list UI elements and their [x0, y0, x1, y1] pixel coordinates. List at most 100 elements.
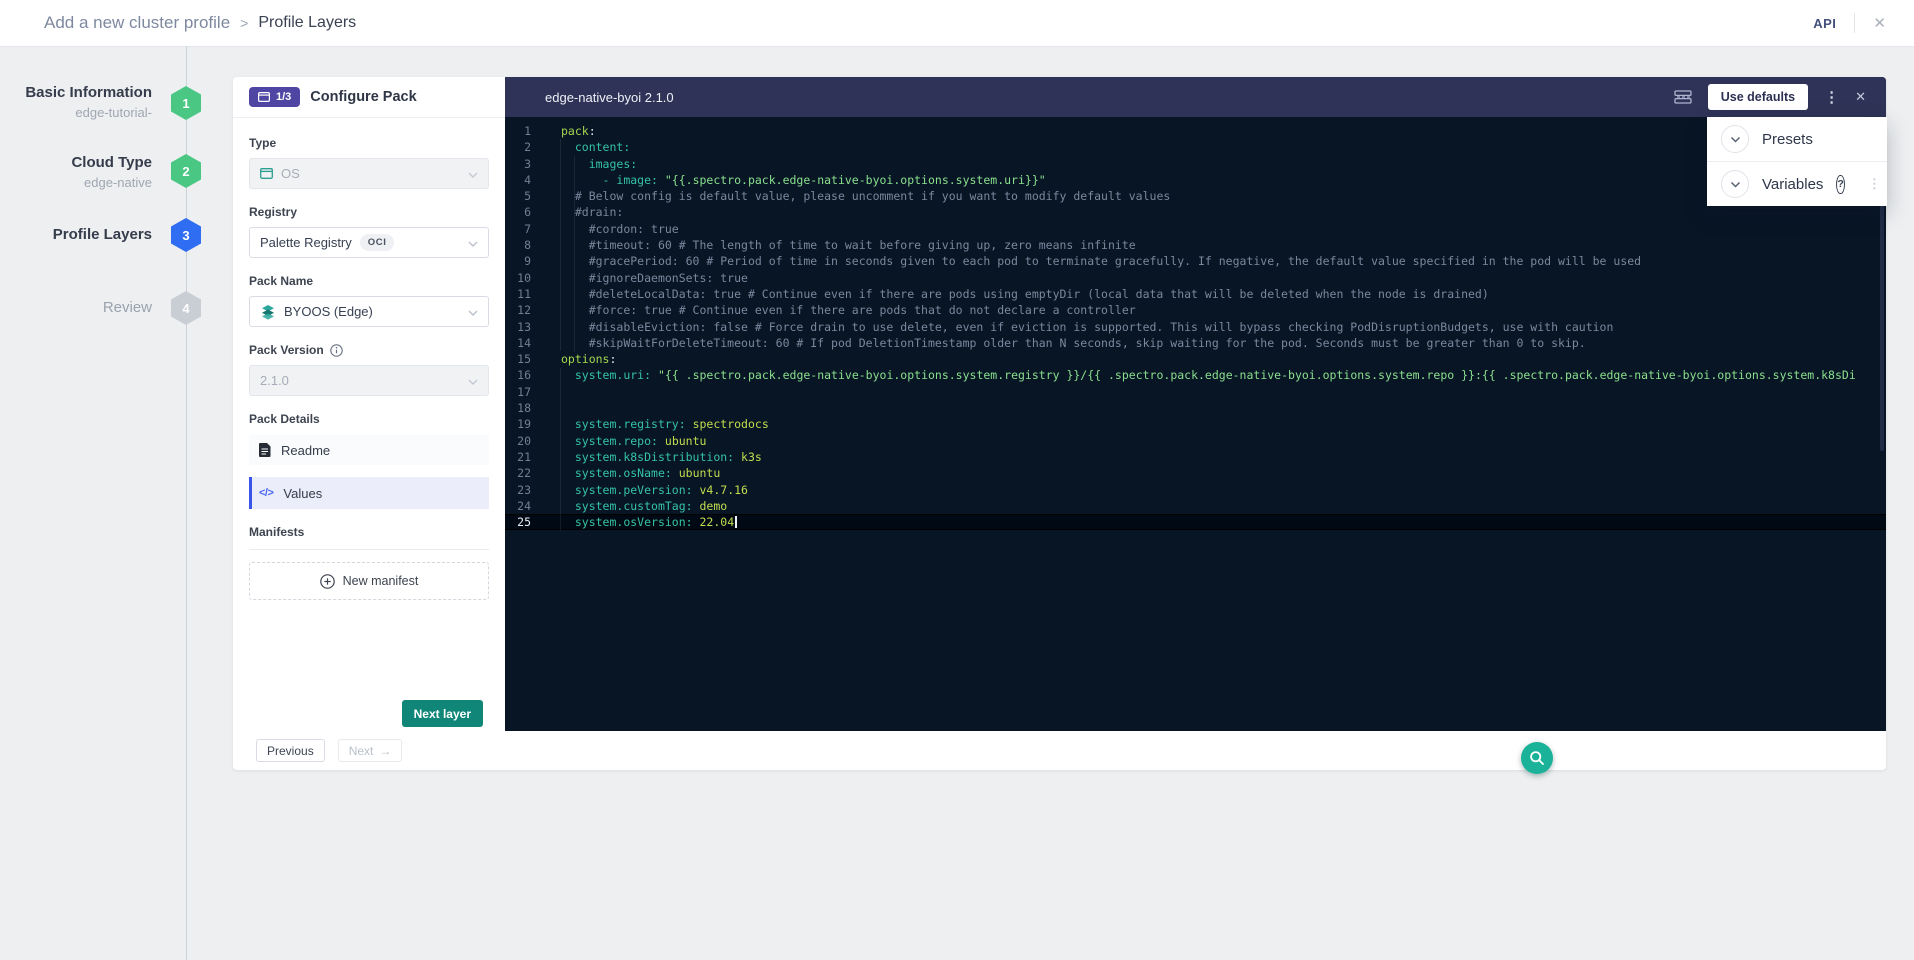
use-defaults-button[interactable]: Use defaults: [1708, 84, 1808, 110]
chevron-down-icon[interactable]: [1721, 125, 1749, 153]
configure-pack-panel: 1/3 Configure Pack Type OS Registry Pale…: [233, 77, 505, 770]
code-line[interactable]: 25 system.osVersion: 22.04: [505, 514, 1886, 530]
code-line[interactable]: 17: [505, 384, 1886, 400]
code-line-text: pack:: [561, 123, 596, 139]
step-label: Cloud Type: [71, 153, 152, 173]
code-line-text: #gracePeriod: 60 # Period of time in sec…: [561, 253, 1641, 269]
line-number: 14: [505, 335, 531, 351]
code-line[interactable]: 11 #deleteLocalData: true # Continue eve…: [505, 286, 1886, 302]
code-line[interactable]: 10 #ignoreDaemonSets: true: [505, 270, 1886, 286]
step-1-hexagon[interactable]: 1: [171, 86, 201, 120]
code-area[interactable]: 1 pack:2 content:3 images:4 - image: "{{.…: [505, 117, 1886, 731]
code-line-text: #drain:: [561, 204, 623, 220]
presets-section[interactable]: Presets: [1707, 117, 1887, 161]
code-line-text: #deleteLocalData: true # Continue even i…: [561, 286, 1489, 302]
close-wizard-icon[interactable]: ✕: [1873, 14, 1886, 32]
code-line[interactable]: 20 system.repo: ubuntu: [505, 433, 1886, 449]
topbar: Add a new cluster profile > Profile Laye…: [0, 0, 1914, 47]
help-launcher-button[interactable]: [1521, 742, 1553, 774]
breadcrumb-link-add-cluster-profile[interactable]: Add a new cluster profile: [44, 13, 230, 33]
editor-side-panel: Presets Variables ? ⋮: [1707, 117, 1887, 206]
code-line[interactable]: 19 system.registry: spectrodocs: [505, 416, 1886, 432]
editor-close-icon[interactable]: ✕: [1855, 89, 1866, 105]
editor-title: edge-native-byoi 2.1.0: [545, 90, 674, 105]
previous-button[interactable]: Previous: [256, 739, 325, 762]
code-line[interactable]: 16 system.uri: "{{ .spectro.pack.edge-na…: [505, 367, 1886, 383]
editor-menu-icon[interactable]: ⋮: [1824, 90, 1839, 105]
step-count-badge: 1/3: [249, 87, 300, 107]
code-line[interactable]: 2 content:: [505, 139, 1886, 155]
code-line-text: - image: "{{.spectro.pack.edge-native-by…: [561, 172, 1046, 188]
code-line[interactable]: 24 system.customTag: demo: [505, 498, 1886, 514]
registry-select[interactable]: Palette Registry OCI: [249, 227, 489, 258]
code-line-text: images:: [561, 156, 637, 172]
api-button[interactable]: API: [1813, 16, 1836, 31]
code-line[interactable]: 8 #timeout: 60 # The length of time to w…: [505, 237, 1886, 253]
pack-name-label: Pack Name: [249, 274, 489, 288]
code-line[interactable]: 15options:: [505, 351, 1886, 367]
pack-details-values[interactable]: </> Values: [249, 477, 489, 509]
line-number: 7: [505, 221, 531, 237]
code-line[interactable]: 14 #skipWaitForDeleteTimeout: 60 # If po…: [505, 335, 1886, 351]
document-icon: [259, 443, 271, 457]
step-label: Review: [103, 298, 152, 318]
code-line[interactable]: 18: [505, 400, 1886, 416]
code-line-text: #cordon: true: [561, 221, 679, 237]
pack-name-select[interactable]: BYOOS (Edge): [249, 296, 489, 327]
code-line[interactable]: 13 #disableEviction: false # Force drain…: [505, 319, 1886, 335]
code-line[interactable]: 4 - image: "{{.spectro.pack.edge-native-…: [505, 172, 1886, 188]
code-line[interactable]: 21 system.k8sDistribution: k3s: [505, 449, 1886, 465]
code-line-text: # Below config is default value, please …: [561, 188, 1170, 204]
pack-version-label-text: Pack Version: [249, 343, 324, 357]
line-number: 15: [505, 351, 531, 367]
step-4-hexagon[interactable]: 4: [171, 291, 201, 325]
chevron-down-icon: [468, 166, 478, 181]
new-manifest-button[interactable]: New manifest: [249, 562, 489, 600]
line-number: 23: [505, 482, 531, 498]
oci-badge: OCI: [360, 234, 395, 251]
step-3-hexagon[interactable]: 3: [171, 218, 201, 252]
line-number: 19: [505, 416, 531, 432]
code-line[interactable]: 5 # Below config is default value, pleas…: [505, 188, 1886, 204]
code-line[interactable]: 1 pack:: [505, 123, 1886, 139]
pack-name-value: BYOOS (Edge): [284, 304, 373, 319]
code-line-text: #disableEviction: false # Force drain to…: [561, 319, 1613, 335]
help-icon[interactable]: ?: [1836, 175, 1844, 194]
code-line[interactable]: 6 #drain:: [505, 204, 1886, 220]
line-number: 20: [505, 433, 531, 449]
code-line-text: system.osVersion: 22.04: [561, 514, 737, 530]
next-button[interactable]: Next →: [338, 739, 403, 762]
line-number: 4: [505, 172, 531, 188]
variables-section[interactable]: Variables ? ⋮: [1707, 161, 1887, 206]
breadcrumb: Add a new cluster profile > Profile Laye…: [44, 13, 356, 33]
split-view-icon[interactable]: [1674, 90, 1692, 104]
next-layer-button[interactable]: Next layer: [402, 700, 483, 727]
step-2-hexagon[interactable]: 2: [171, 154, 201, 188]
topbar-divider: [1854, 13, 1855, 33]
step-sublabel: edge-tutorial-: [25, 103, 152, 123]
code-icon: </>: [259, 487, 273, 499]
line-number: 1: [505, 123, 531, 139]
variables-menu-icon[interactable]: ⋮: [1868, 176, 1881, 192]
presets-label: Presets: [1762, 131, 1813, 148]
yaml-editor: edge-native-byoi 2.1.0 Use defaults ⋮ ✕ …: [505, 77, 1886, 731]
code-line[interactable]: 9 #gracePeriod: 60 # Period of time in s…: [505, 253, 1886, 269]
step-cloud-type-text: Cloud Type edge-native: [71, 153, 152, 193]
code-line-text: #ignoreDaemonSets: true: [561, 270, 748, 286]
editor-actions: Use defaults ⋮ ✕: [1674, 84, 1866, 110]
code-line[interactable]: 3 images:: [505, 156, 1886, 172]
pack-details-readme[interactable]: Readme: [249, 435, 489, 465]
code-line-text: system.customTag: demo: [561, 498, 727, 514]
code-line[interactable]: 12 #force: true # Continue even if there…: [505, 302, 1886, 318]
code-line[interactable]: 23 system.peVersion: v4.7.16: [505, 482, 1886, 498]
line-number: 16: [505, 367, 531, 383]
line-number: 22: [505, 465, 531, 481]
step-count-label: 1/3: [276, 91, 291, 103]
info-icon[interactable]: [330, 344, 343, 357]
chevron-down-icon[interactable]: [1721, 170, 1749, 198]
readme-label: Readme: [281, 443, 330, 458]
text-cursor: [735, 516, 737, 528]
code-line[interactable]: 7 #cordon: true: [505, 221, 1886, 237]
wizard-stepper: Basic Information edge-tutorial- 1 Cloud…: [0, 77, 216, 477]
code-line[interactable]: 22 system.osName: ubuntu: [505, 465, 1886, 481]
